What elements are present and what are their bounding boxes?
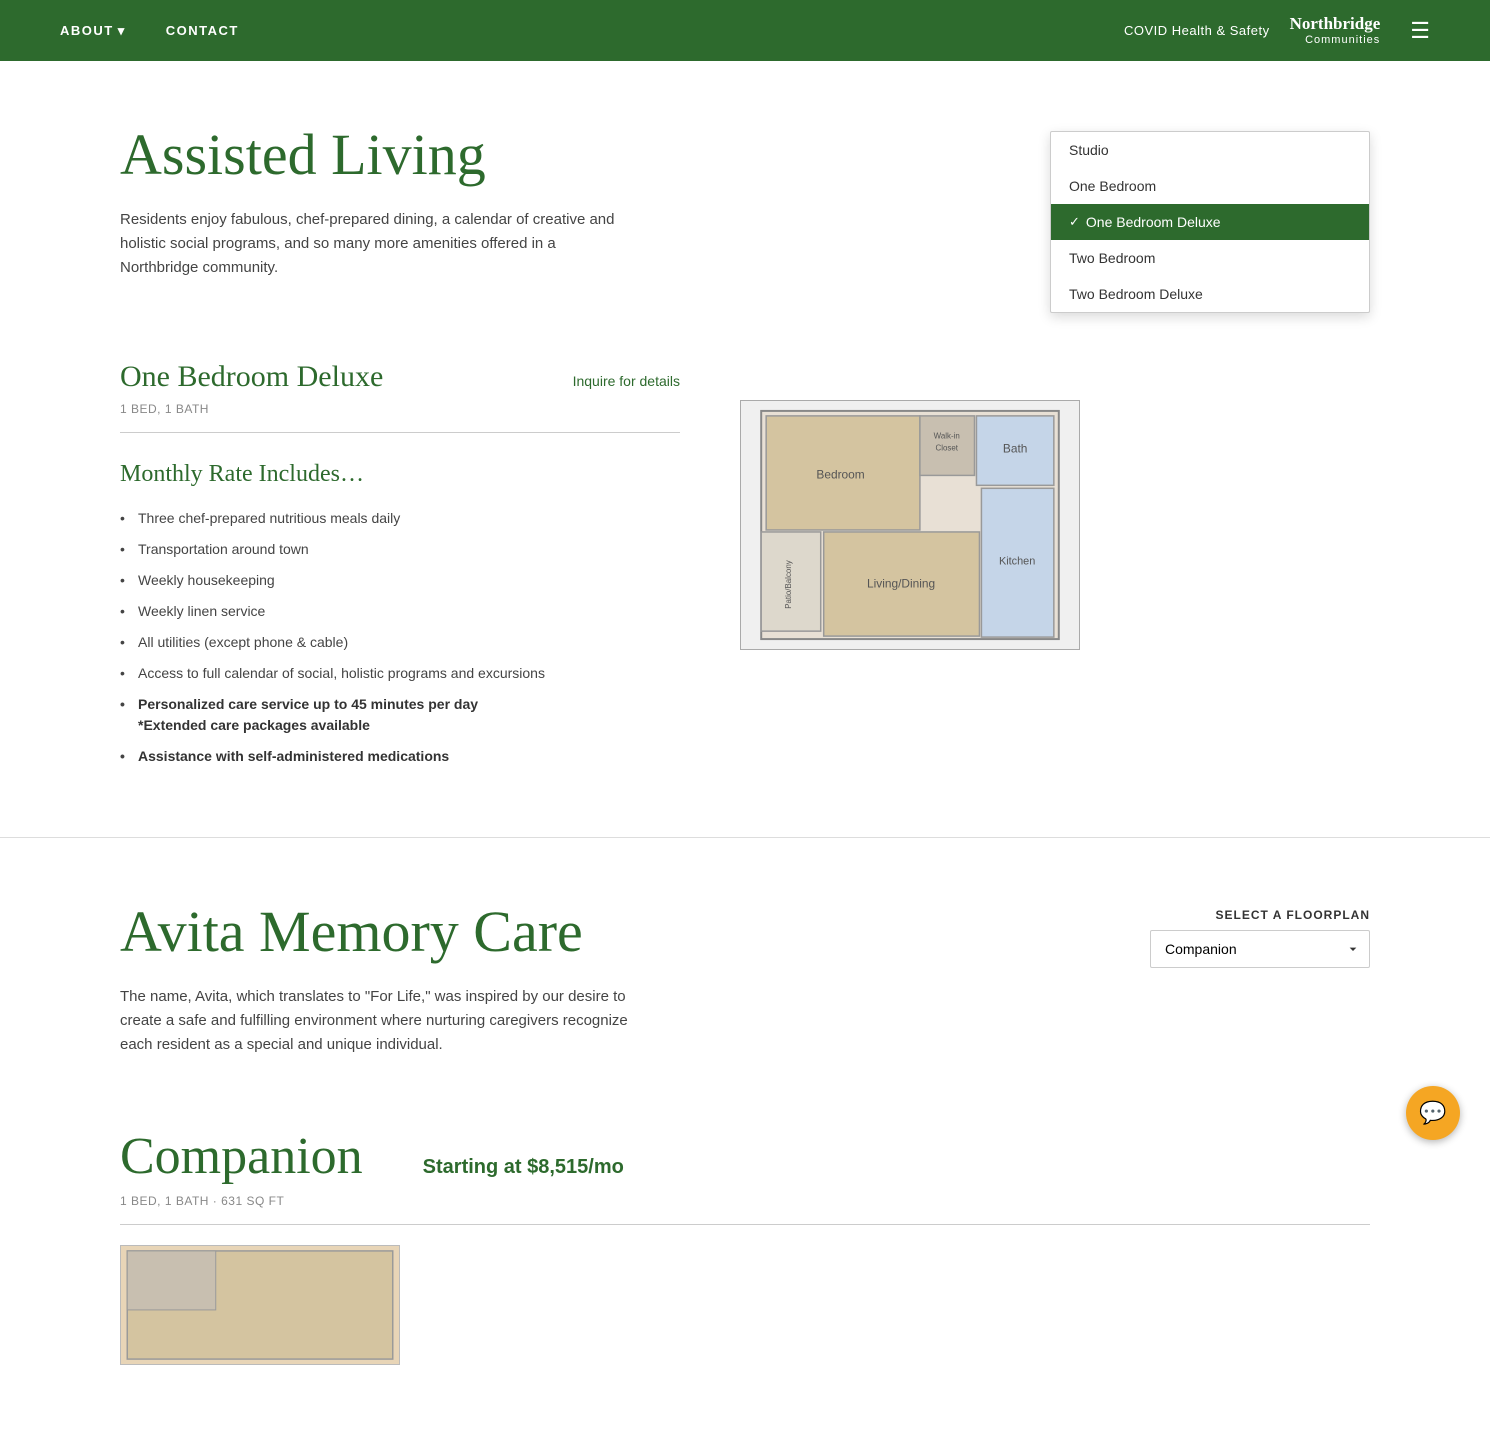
unit-header: One Bedroom Deluxe Inquire for details — [120, 360, 680, 394]
logo-text: Northbridge Communities — [1290, 15, 1381, 46]
unit-divider — [120, 432, 680, 433]
svg-text:Bedroom: Bedroom — [816, 467, 864, 481]
companion-sub: 1 BED, 1 BATH · 631 SQ FT — [120, 1194, 1370, 1208]
avita-section: Avita Memory Care The name, Avita, which… — [0, 838, 1490, 1127]
unit-title: One Bedroom Deluxe — [120, 360, 383, 394]
page-description: Residents enjoy fabulous, chef-prepared … — [120, 208, 620, 280]
monthly-rate-title: Monthly Rate Includes… — [120, 461, 680, 488]
amenity-item-personalized: Personalized care service up to 45 minut… — [120, 694, 680, 736]
dropdown-option-label: Two Bedroom — [1069, 250, 1155, 266]
svg-text:Walk-in: Walk-in — [934, 432, 960, 441]
checkmark-icon: ✓ — [1069, 214, 1080, 230]
dropdown-option-label: One Bedroom Deluxe — [1086, 214, 1221, 230]
dropdown-option-studio[interactable]: Studio — [1051, 132, 1369, 168]
navigation: ABOUT ▾ CONTACT COVID Health & Safety No… — [0, 0, 1490, 61]
unit-section: One Bedroom Deluxe Inquire for details 1… — [0, 360, 1490, 837]
companion-section: Companion Starting at $8,515/mo 1 BED, 1… — [0, 1127, 1490, 1430]
dropdown-option-one-bedroom-deluxe[interactable]: ✓ One Bedroom Deluxe — [1051, 204, 1369, 240]
amenity-item: Weekly linen service — [120, 601, 680, 622]
dropdown-option-two-bedroom-deluxe[interactable]: Two Bedroom Deluxe — [1051, 276, 1369, 312]
select-floorplan-container: SELECT A FLOORPLAN Companion Studio One … — [1130, 908, 1370, 968]
svg-text:Patio/Balcony: Patio/Balcony — [784, 560, 793, 608]
dropdown-option-label: Studio — [1069, 142, 1109, 158]
amenity-item: Access to full calendar of social, holis… — [120, 663, 680, 684]
amenity-item: Weekly housekeeping — [120, 570, 680, 591]
svg-text:Closet: Closet — [935, 444, 958, 453]
nav-left: ABOUT ▾ CONTACT — [60, 23, 239, 39]
main-content: Assisted Living Residents enjoy fabulous… — [0, 61, 1490, 1430]
unit-right: Bedroom Walk-in Closet Bath Patio/Balcon… — [740, 360, 1100, 655]
amenity-item-medications: Assistance with self-administered medica… — [120, 746, 680, 767]
chat-icon: 💬 — [1419, 1100, 1446, 1126]
amenity-item: All utilities (except phone & cable) — [120, 632, 680, 653]
assisted-living-section: Assisted Living Residents enjoy fabulous… — [0, 61, 1490, 360]
nav-right: COVID Health & Safety Northbridge Commun… — [1124, 15, 1430, 46]
companion-header: Companion Starting at $8,515/mo — [120, 1127, 1370, 1186]
avita-description: The name, Avita, which translates to "Fo… — [120, 985, 640, 1057]
dropdown-option-label: Two Bedroom Deluxe — [1069, 286, 1203, 302]
amenity-item: Transportation around town — [120, 539, 680, 560]
hamburger-icon[interactable]: ☰ — [1410, 18, 1430, 44]
room-type-dropdown[interactable]: Studio One Bedroom ✓ One Bedroom Deluxe … — [1050, 131, 1370, 313]
amenity-item: Three chef-prepared nutritious meals dai… — [120, 508, 680, 529]
contact-nav-link[interactable]: CONTACT — [166, 23, 239, 38]
about-label: ABOUT — [60, 23, 114, 38]
floorplan-container: Bedroom Walk-in Closet Bath Patio/Balcon… — [740, 400, 1100, 655]
dropdown-menu: Studio One Bedroom ✓ One Bedroom Deluxe … — [1050, 131, 1370, 313]
amenities-list: Three chef-prepared nutritious meals dai… — [120, 508, 680, 767]
chat-button[interactable]: 💬 — [1406, 1086, 1460, 1140]
dropdown-option-one-bedroom[interactable]: One Bedroom — [1051, 168, 1369, 204]
covid-link[interactable]: COVID Health & Safety — [1124, 23, 1270, 38]
amenity-sub-text: *Extended care packages available — [138, 715, 680, 736]
companion-price: Starting at $8,515/mo — [423, 1156, 624, 1179]
companion-floorplan-area — [120, 1245, 440, 1370]
chevron-down-icon: ▾ — [118, 23, 126, 39]
unit-sub: 1 BED, 1 BATH — [120, 402, 680, 416]
floorplan-svg: Bedroom Walk-in Closet Bath Patio/Balcon… — [740, 400, 1080, 650]
companion-title: Companion — [120, 1127, 363, 1186]
dropdown-option-label: One Bedroom — [1069, 178, 1156, 194]
companion-divider — [120, 1224, 1370, 1225]
about-nav-link[interactable]: ABOUT ▾ — [60, 23, 126, 39]
logo: Northbridge Communities — [1290, 15, 1381, 46]
companion-floorplan-svg — [120, 1245, 400, 1365]
svg-text:Bath: Bath — [1003, 442, 1027, 456]
floorplan-select[interactable]: Companion Studio One Bedroom — [1150, 930, 1370, 968]
unit-left: One Bedroom Deluxe Inquire for details 1… — [120, 360, 680, 777]
inquire-link[interactable]: Inquire for details — [573, 373, 680, 389]
dropdown-option-two-bedroom[interactable]: Two Bedroom — [1051, 240, 1369, 276]
contact-label: CONTACT — [166, 23, 239, 38]
svg-text:Living/Dining: Living/Dining — [867, 576, 935, 590]
select-label: SELECT A FLOORPLAN — [1130, 908, 1370, 922]
svg-text:Kitchen: Kitchen — [999, 556, 1035, 568]
